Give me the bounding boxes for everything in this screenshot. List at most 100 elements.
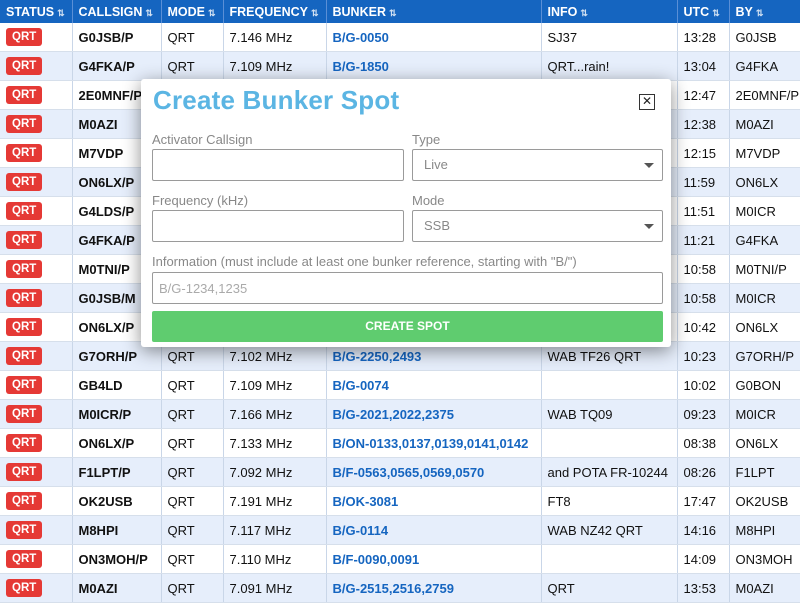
cell-mode: QRT [161,51,224,81]
by-text: M0AZI [735,580,774,596]
bunker-link[interactable]: B/G-2021,2022,2375 [333,407,454,422]
cell-bunker: B/G-0074 [326,370,542,400]
cell-status: QRT [0,138,73,168]
create-spot-modal: Create Bunker Spot ✕ Activator Callsign … [141,79,671,347]
bunker-link[interactable]: B/G-0114 [333,523,389,538]
cell-utc: 10:23 [677,341,730,371]
table-row: QRT GB4LD QRT 7.109 MHz B/G-0074 10:02 G0BON [0,370,800,400]
activator-callsign-input[interactable] [152,149,404,181]
status-badge: QRT [6,202,43,220]
cell-utc: 11:21 [677,225,730,255]
by-text: 2E0MNF/P [735,87,800,103]
cell-freq: 7.091 MHz [223,573,327,603]
mode-text: QRT [167,493,195,509]
cell-by: G0JSB [729,23,800,52]
information-input[interactable] [152,272,663,304]
create-spot-button[interactable]: CREATE SPOT [152,311,663,342]
cell-bunker: B/G-0050 [326,23,542,52]
cell-status: QRT [0,428,73,458]
cell-info: and POTA FR-10244 [541,457,678,487]
column-header-by[interactable]: BY ⇅ [729,0,800,23]
cell-status: QRT [0,23,73,52]
bunker-link[interactable]: B/G-2250,2493 [333,349,422,364]
cell-status: QRT [0,196,73,226]
column-header-label: CALLSIGN [78,4,143,19]
cell-info: FT8 [541,486,678,516]
cell-utc: 14:16 [677,515,730,545]
bunker-link[interactable]: B/OK-3081 [333,494,399,509]
column-header-mode[interactable]: MODE ⇅ [161,0,224,23]
type-select[interactable]: Live [412,149,663,181]
freq-text: 7.110 MHz [229,551,292,567]
cell-bunker: B/ON-0133,0137,0139,0141,0142 [326,428,542,458]
mode-text: QRT [167,377,195,393]
utc-text: 14:16 [683,522,717,538]
callsign-text: M0AZI [78,580,118,596]
table-row: QRT G4FKA/P QRT 7.109 MHz B/G-1850 QRT...rain… [0,51,800,81]
cell-mode: QRT [161,486,224,516]
cell-info [541,370,678,400]
cell-callsign: F1LPT/P [72,457,162,487]
by-text: M0ICR [735,203,776,219]
mode-select[interactable]: SSB [412,210,663,242]
mode-selected-value: SSB [424,218,451,233]
info-text: WAB TQ09 [547,406,613,422]
modal-title: Create Bunker Spot [153,85,400,115]
freq-text: 7.117 MHz [229,522,292,538]
column-header-bunker[interactable]: BUNKER ⇅ [326,0,542,23]
cell-status: QRT [0,457,73,487]
cell-utc: 13:53 [677,573,730,603]
cell-utc: 11:59 [677,167,730,197]
cell-status: QRT [0,341,73,371]
column-header-frequency[interactable]: FREQUENCY ⇅ [223,0,327,23]
cell-callsign: M0ICR/P [72,399,162,429]
bunker-link[interactable]: B/G-1850 [333,59,389,74]
bunker-link[interactable]: B/F-0563,0565,0569,0570 [333,465,485,480]
cell-status: QRT [0,254,73,284]
freq-text: 7.109 MHz [229,377,293,393]
bunker-link[interactable]: B/F-0090,0091 [333,552,420,567]
by-text: M8HPI [735,522,776,538]
utc-text: 12:38 [683,116,717,132]
by-text: M0TNI/P [735,261,787,277]
cell-freq: 7.110 MHz [223,544,327,574]
bunker-link[interactable]: B/G-0074 [333,378,389,393]
cell-bunker: B/OK-3081 [326,486,542,516]
utc-text: 13:04 [683,58,717,74]
table-header-row: STATUS ⇅ CALLSIGN ⇅ MODE ⇅ FREQUENCY ⇅ BUNKER ⇅ IN… [0,0,800,23]
cell-status: QRT [0,573,73,603]
cell-info: WAB NZ42 QRT [541,515,678,545]
bunker-link[interactable]: B/G-2515,2516,2759 [333,581,454,596]
bunker-link[interactable]: B/ON-0133,0137,0139,0141,0142 [333,436,529,451]
cell-info: WAB TQ09 [541,399,678,429]
sort-icon: ⇅ [755,7,764,18]
by-text: ON6LX [735,174,779,190]
column-header-status[interactable]: STATUS ⇅ [0,0,73,23]
cell-mode: QRT [161,544,224,574]
status-badge: QRT [6,376,43,394]
by-text: ON6LX [735,319,779,335]
cell-info [541,544,678,574]
callsign-text: M7VDP [78,145,124,161]
table-row: QRT M8HPI QRT 7.117 MHz B/G-0114 WAB NZ42 QRT… [0,515,800,545]
bunker-link[interactable]: B/G-0050 [333,30,389,45]
by-text: ON6LX [735,435,779,451]
utc-text: 09:23 [683,406,717,422]
chevron-down-icon [644,163,654,168]
cell-callsign: M0AZI [72,573,162,603]
cell-by: ON6LX [729,428,800,458]
callsign-text: ON3MOH/P [78,551,148,567]
info-text: and POTA FR-10244 [547,464,668,480]
frequency-input[interactable] [152,210,404,242]
status-badge: QRT [6,318,43,336]
info-text: QRT [547,580,575,596]
column-header-info[interactable]: INFO ⇅ [541,0,678,23]
status-badge: QRT [6,579,43,597]
status-badge: QRT [6,260,43,278]
column-header-callsign[interactable]: CALLSIGN ⇅ [72,0,162,23]
callsign-text: ON6LX/P [78,174,135,190]
column-header-utc[interactable]: UTC ⇅ [677,0,730,23]
by-text: G7ORH/P [735,348,795,364]
callsign-text: F1LPT/P [78,464,131,480]
close-button[interactable]: ✕ [639,94,655,110]
